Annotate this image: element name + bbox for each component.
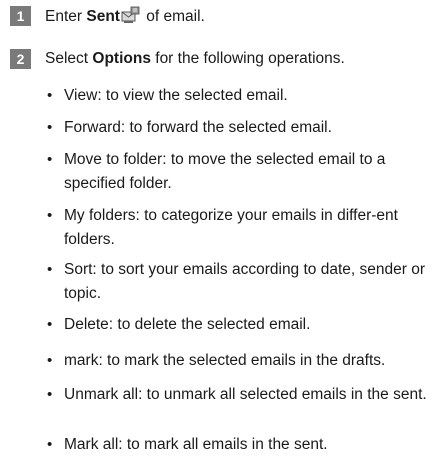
step-2-text: Select Options for the following operati… <box>45 49 345 69</box>
list-item-view: View: to view the selected email. <box>47 84 439 108</box>
list-item-unmark-all: Unmark all: to unmark all selected email… <box>47 383 439 407</box>
step-1-number-badge: 1 <box>10 6 31 26</box>
list-item-sort: Sort: to sort your emails according to d… <box>47 258 439 306</box>
step-1-prefix: Enter <box>45 8 87 25</box>
step-1: 1 Enter Sent of email. <box>0 6 205 27</box>
step-2: 2 Select Options for the following opera… <box>0 49 345 69</box>
list-item-move-to-folder: Move to folder: to move the selected ema… <box>47 148 439 196</box>
list-item-mark: mark: to mark the selected emails in the… <box>47 349 439 373</box>
step-2-suffix: for the following operations. <box>150 50 345 67</box>
step-1-bold-label: Sent <box>86 8 120 25</box>
list-item-mark-all: Mark all: to mark all emails in the sent… <box>47 433 439 457</box>
step-1-suffix: of email. <box>141 8 205 25</box>
step-2-bold-label: Options <box>92 50 151 67</box>
step-2-number-badge: 2 <box>10 49 31 69</box>
list-item-my-folders: My folders: to categorize your emails in… <box>47 204 439 252</box>
step-1-text: Enter Sent of email. <box>45 6 205 27</box>
sent-mailbox-icon <box>121 6 140 23</box>
step-2-prefix: Select <box>45 50 93 67</box>
list-item-forward: Forward: to forward the selected email. <box>47 116 439 140</box>
list-item-delete: Delete: to delete the selected email. <box>47 313 439 337</box>
